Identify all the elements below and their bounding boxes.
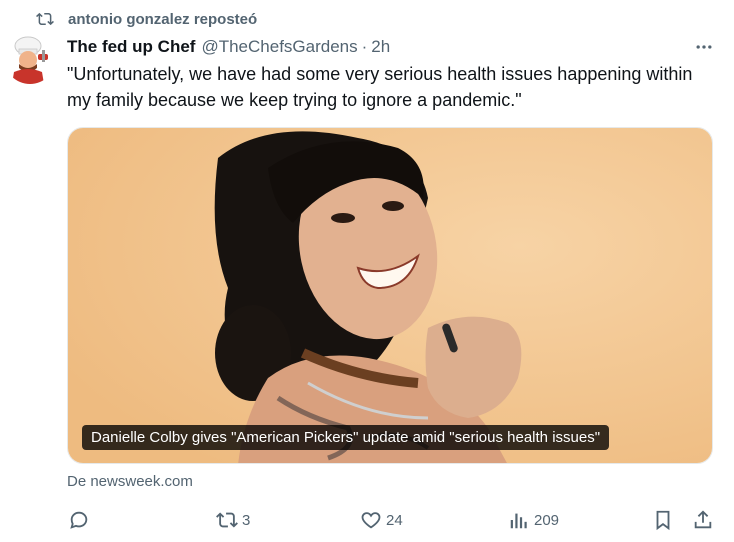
timestamp[interactable]: 2h [371, 37, 390, 57]
share-icon [692, 509, 714, 531]
repost-header[interactable]: antonio gonzalez reposteó [36, 8, 257, 30]
tweet-text: "Unfortunately, we have had some very se… [67, 64, 693, 110]
like-button[interactable]: 24 [360, 505, 403, 535]
share-button[interactable] [692, 505, 714, 535]
tweet-header: The fed up Chef @TheChefsGardens · 2h [67, 36, 716, 58]
reply-button[interactable] [68, 505, 94, 535]
author-handle[interactable]: @TheChefsGardens [201, 37, 357, 57]
repost-action-icon [216, 509, 238, 531]
action-bar: 3 24 209 [60, 505, 720, 535]
like-count: 24 [386, 511, 403, 529]
views-count: 209 [534, 511, 560, 529]
separator: · [361, 37, 368, 56]
reply-icon [68, 509, 90, 531]
tweet-media[interactable]: Danielle Colby gives "American Pickers" … [67, 127, 713, 464]
bookmark-icon [652, 509, 674, 531]
bookmark-button[interactable] [652, 505, 674, 535]
link-source[interactable]: De newsweek.com [67, 473, 193, 490]
analytics-icon [508, 509, 530, 531]
author-name[interactable]: The fed up Chef [67, 37, 195, 57]
views-button[interactable]: 209 [508, 505, 559, 535]
repost-icon [36, 10, 54, 28]
avatar[interactable] [4, 32, 56, 84]
more-icon[interactable] [692, 36, 716, 58]
repost-count: 3 [242, 511, 251, 529]
media-caption: Danielle Colby gives "American Pickers" … [82, 425, 610, 450]
repost-button[interactable]: 3 [216, 505, 250, 535]
heart-icon [360, 509, 382, 531]
repost-label[interactable]: antonio gonzalez reposteó [68, 11, 257, 28]
media-photo [68, 128, 712, 463]
